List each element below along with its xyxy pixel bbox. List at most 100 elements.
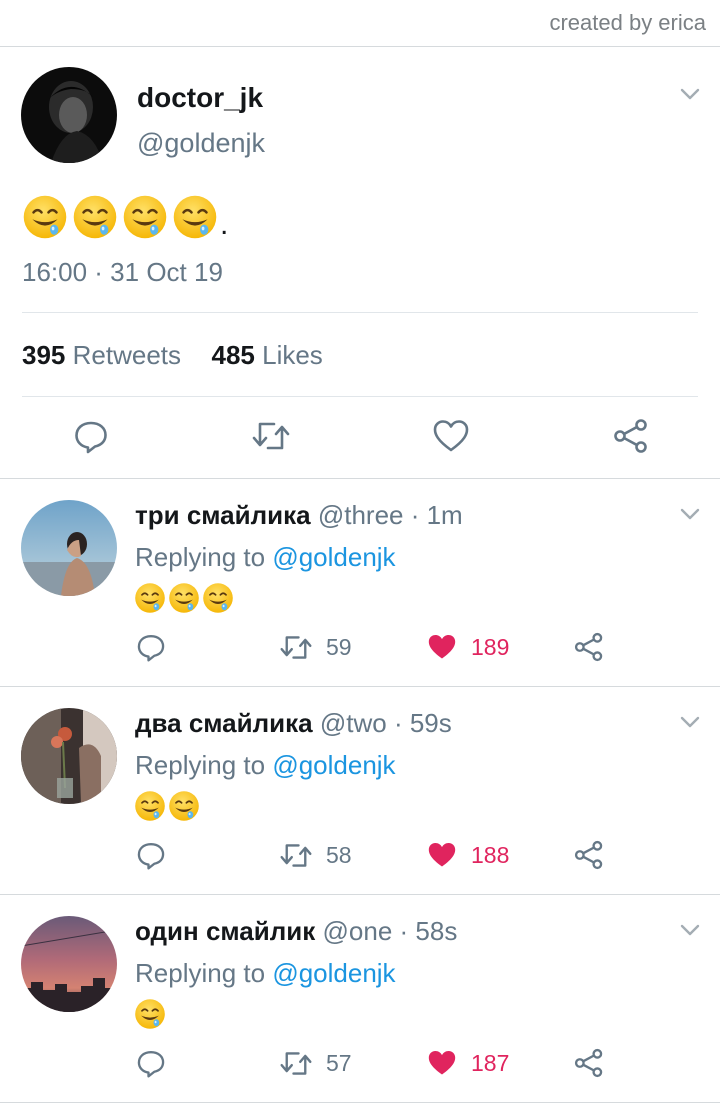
replying-label: Replying to bbox=[135, 750, 266, 780]
retweet-icon bbox=[280, 635, 312, 659]
reply-header: три смайлика @three · 1m bbox=[135, 500, 463, 531]
drooling-face-emoji bbox=[168, 790, 200, 822]
retweets-label: Retweets bbox=[72, 340, 182, 370]
like-count: 189 bbox=[471, 633, 510, 660]
retweet-button[interactable]: 58 bbox=[280, 838, 352, 872]
heart-icon bbox=[428, 635, 456, 659]
like-button[interactable] bbox=[431, 416, 471, 456]
chevron-down-icon[interactable] bbox=[676, 708, 704, 736]
chevron-down-icon[interactable] bbox=[676, 916, 704, 944]
avatar[interactable] bbox=[21, 708, 117, 804]
reply-tweet[interactable]: два смайлика @two · 59s Replying to @gol… bbox=[0, 688, 720, 894]
drooling-face-emoji bbox=[72, 194, 118, 240]
retweets-stat[interactable]: 395 Retweets bbox=[22, 340, 181, 370]
likes-stat[interactable]: 485 Likes bbox=[211, 340, 322, 370]
heart-icon bbox=[428, 843, 456, 867]
speech-bubble-icon bbox=[137, 1051, 165, 1078]
divider bbox=[0, 686, 720, 687]
like-button[interactable]: 187 bbox=[427, 1046, 509, 1080]
reply-author-name[interactable]: один смайлик bbox=[135, 916, 315, 946]
reply-author-name[interactable]: три смайлика bbox=[135, 500, 311, 530]
reply-button[interactable] bbox=[136, 838, 166, 872]
speech-bubble-icon bbox=[137, 635, 165, 662]
likes-count: 485 bbox=[211, 340, 255, 370]
drooling-face-emoji bbox=[134, 582, 166, 614]
divider bbox=[0, 1102, 720, 1103]
retweet-button[interactable]: 57 bbox=[280, 1046, 352, 1080]
like-button[interactable]: 188 bbox=[427, 838, 509, 872]
share-icon bbox=[574, 1048, 603, 1078]
like-count: 188 bbox=[471, 841, 510, 868]
retweet-count: 57 bbox=[326, 1049, 352, 1076]
author-name[interactable]: doctor_jk bbox=[137, 82, 263, 114]
reply-body bbox=[134, 998, 166, 1030]
tweet-body: . bbox=[22, 190, 228, 240]
retweet-button[interactable]: 59 bbox=[280, 630, 352, 664]
divider bbox=[22, 396, 698, 397]
replying-to: Replying to @goldenjk bbox=[135, 958, 396, 989]
divider bbox=[0, 894, 720, 895]
drooling-face-emoji bbox=[22, 194, 68, 240]
chevron-down-icon[interactable] bbox=[676, 500, 704, 528]
like-count: 187 bbox=[471, 1049, 510, 1076]
drooling-face-emoji bbox=[172, 194, 218, 240]
replying-to: Replying to @goldenjk bbox=[135, 542, 396, 573]
reply-button[interactable] bbox=[136, 1046, 166, 1080]
reply-button[interactable] bbox=[136, 630, 166, 664]
author-handle[interactable]: @goldenjk bbox=[137, 128, 265, 159]
drooling-face-emoji bbox=[202, 582, 234, 614]
reply-time: · 1m bbox=[410, 500, 463, 530]
reply-header: два смайлика @two · 59s bbox=[135, 708, 452, 739]
divider bbox=[22, 312, 698, 313]
replying-handle-link[interactable]: @goldenjk bbox=[272, 958, 395, 988]
replying-label: Replying to bbox=[135, 542, 266, 572]
divider bbox=[0, 478, 720, 479]
share-icon bbox=[574, 632, 603, 662]
speech-bubble-icon bbox=[75, 421, 107, 454]
heart-icon bbox=[428, 1051, 456, 1075]
share-button[interactable] bbox=[574, 1046, 604, 1080]
tweet-timestamp[interactable]: 16:00 · 31 Oct 19 bbox=[22, 257, 223, 288]
reply-body bbox=[134, 582, 234, 614]
reply-author-name[interactable]: два смайлика bbox=[135, 708, 313, 738]
reply-author-handle[interactable]: @two bbox=[320, 708, 387, 738]
reply-author-handle[interactable]: @three bbox=[318, 500, 404, 530]
speech-bubble-icon bbox=[137, 843, 165, 870]
share-button[interactable] bbox=[574, 838, 604, 872]
reply-body bbox=[134, 790, 200, 822]
retweet-icon bbox=[252, 422, 290, 450]
reply-tweet[interactable]: три смайлика @three · 1m Replying to @go… bbox=[0, 480, 720, 686]
retweet-button[interactable] bbox=[251, 416, 291, 456]
retweets-count: 395 bbox=[22, 340, 66, 370]
like-button[interactable]: 189 bbox=[427, 630, 509, 664]
heart-icon bbox=[433, 420, 469, 452]
reply-button[interactable] bbox=[71, 416, 111, 456]
avatar[interactable] bbox=[21, 916, 117, 1012]
avatar[interactable] bbox=[21, 67, 117, 163]
replying-to: Replying to @goldenjk bbox=[135, 750, 396, 781]
retweet-icon bbox=[280, 1051, 312, 1075]
avatar[interactable] bbox=[21, 500, 117, 596]
drooling-face-emoji bbox=[168, 582, 200, 614]
tweet-stats: 395 Retweets 485 Likes bbox=[22, 340, 323, 371]
reply-time: · 59s bbox=[393, 708, 452, 738]
replying-handle-link[interactable]: @goldenjk bbox=[272, 542, 395, 572]
replying-handle-link[interactable]: @goldenjk bbox=[272, 750, 395, 780]
retweet-count: 59 bbox=[326, 633, 352, 660]
reply-header: один смайлик @one · 58s bbox=[135, 916, 457, 947]
drooling-face-emoji bbox=[122, 194, 168, 240]
reply-author-handle[interactable]: @one bbox=[323, 916, 393, 946]
retweet-count: 58 bbox=[326, 841, 352, 868]
reply-tweet[interactable]: один смайлик @one · 58s Replying to @gol… bbox=[0, 896, 720, 1102]
share-button[interactable] bbox=[611, 416, 651, 456]
header-divider bbox=[0, 46, 720, 47]
likes-label: Likes bbox=[262, 340, 323, 370]
share-button[interactable] bbox=[574, 630, 604, 664]
retweet-icon bbox=[280, 843, 312, 867]
share-icon bbox=[614, 419, 647, 453]
replying-label: Replying to bbox=[135, 958, 266, 988]
reply-time: · 58s bbox=[399, 916, 458, 946]
chevron-down-icon[interactable] bbox=[676, 80, 704, 108]
drooling-face-emoji bbox=[134, 998, 166, 1030]
tweet-body-suffix: . bbox=[220, 208, 229, 241]
